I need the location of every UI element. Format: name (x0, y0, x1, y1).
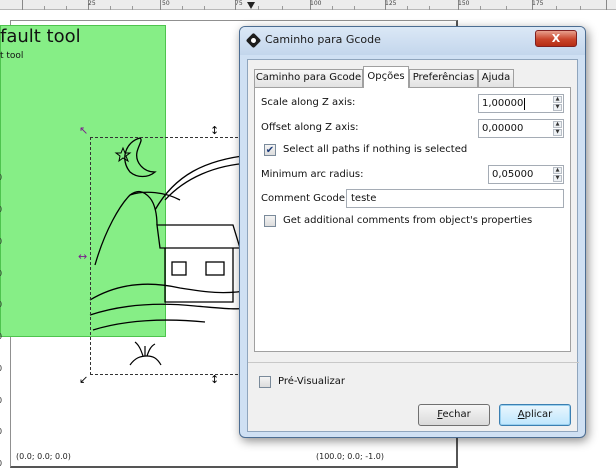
ruler-label: 175 (532, 0, 544, 7)
tab-caminho-para-gcode[interactable]: Caminho para Gcode (254, 69, 363, 87)
skew-handle-left-icon[interactable]: ↔ (78, 251, 87, 262)
ruler-label: 50 (162, 0, 170, 7)
ruler-label: 25 (88, 0, 96, 7)
additional-comments-checkbox[interactable] (264, 215, 276, 227)
tool-zero: 0 (0, 237, 7, 248)
comment-gcode-label: Comment Gcode: (261, 193, 349, 204)
offset-z-label: Offset along Z axis: (261, 122, 359, 133)
offset-z-up-icon[interactable]: ▲ (553, 121, 562, 128)
dialog-title: Caminho para Gcode (265, 33, 381, 46)
preview-label[interactable]: Pré-Visualizar (278, 376, 345, 387)
scale-handle-bottom-left-icon[interactable]: ↙ (79, 374, 88, 385)
tab-opcoes[interactable]: Opções (363, 66, 409, 88)
options-panel: Scale along Z axis: 1,00000 ▲ ▼ Offset a… (254, 87, 571, 352)
select-all-label[interactable]: Select all paths if nothing is selected (283, 144, 467, 155)
comment-gcode-value[interactable]: teste (351, 193, 376, 204)
additional-comments-label[interactable]: Get additional comments from object's pr… (283, 215, 532, 226)
preview-checkbox[interactable] (259, 376, 271, 388)
apply-button-label: plicar (524, 409, 553, 420)
tool-label-large[interactable]: fault tool (0, 26, 81, 47)
close-button-label: echar (442, 409, 471, 420)
tool-label-small[interactable]: t tool (0, 51, 23, 61)
tool-zero: 0 (0, 173, 7, 184)
scale-z-value[interactable]: 1,00000 (482, 98, 523, 109)
select-all-checkbox[interactable]: ✔ (264, 144, 276, 156)
tab-ajuda[interactable]: Ajuda (478, 69, 514, 87)
tool-zero: 0 (0, 364, 7, 375)
tab-preferencias[interactable]: Preferências (409, 69, 478, 87)
tool-zero: 0 (0, 427, 7, 438)
scale-handle-bottom-icon[interactable]: ↕ (210, 374, 219, 385)
min-arc-down-icon[interactable]: ▼ (553, 175, 562, 182)
min-arc-value[interactable]: 0,05000 (492, 169, 533, 180)
separator (248, 362, 579, 363)
min-arc-label: Minimum arc radius: (261, 169, 364, 180)
ruler-label: 125 (385, 0, 397, 7)
min-arc-spinbox[interactable]: 0,05000 ▲ ▼ (488, 165, 564, 184)
scale-z-label: Scale along Z axis: (261, 97, 356, 108)
ruler-position-marker (247, 2, 255, 9)
tool-zero: 0 (0, 332, 7, 343)
dialog-titlebar[interactable]: Caminho para Gcode X (240, 27, 585, 55)
text-cursor (524, 98, 525, 110)
tool-zero: 0 (0, 269, 7, 280)
ruler-label: 100 (310, 0, 322, 7)
rotate-handle-icon[interactable]: ↖ (79, 125, 88, 136)
point-coordinate-label: (100.0; 0.0; -1.0) (316, 452, 384, 461)
origin-coordinate-label: (0.0; 0.0; 0.0) (16, 452, 71, 461)
offset-z-spinbox[interactable]: 0,00000 ▲ ▼ (478, 119, 564, 138)
window-close-button[interactable]: X (535, 30, 577, 47)
ruler-label: 150 (458, 0, 470, 7)
close-button[interactable]: Fechar (418, 404, 490, 426)
scale-handle-top-icon[interactable]: ↕ (210, 125, 219, 136)
scale-z-spinbox[interactable]: 1,00000 ▲ ▼ (478, 94, 564, 113)
inkscape-app-icon (245, 32, 262, 49)
tool-zero: 0 (0, 459, 7, 470)
min-arc-up-icon[interactable]: ▲ (553, 167, 562, 174)
scale-z-down-icon[interactable]: ▼ (553, 104, 562, 111)
selection-bounding-box (90, 137, 243, 375)
offset-z-down-icon[interactable]: ▼ (553, 129, 562, 136)
tool-zero: 0 (0, 396, 7, 407)
tool-zero: 0 (0, 300, 7, 311)
apply-button-mnemonic: A (517, 409, 525, 420)
scale-z-up-icon[interactable]: ▲ (553, 96, 562, 103)
gcode-dialog: Caminho para Gcode X Caminho para Gcode … (239, 26, 586, 438)
tool-zeros-column: 0 0 0 0 0 0 0 0 0 0 (0, 152, 7, 473)
comment-gcode-input[interactable]: teste (346, 189, 564, 208)
horizontal-ruler[interactable]: 25 50 75 100 125 150 175 (0, 0, 616, 10)
apply-button[interactable]: Aplicar (499, 404, 571, 426)
dialog-body: Caminho para Gcode Opções Preferências A… (247, 59, 579, 432)
inkscape-canvas[interactable]: 25 50 75 100 125 150 175 fault tool t to… (0, 0, 616, 473)
ruler-label: 75 (235, 0, 243, 7)
offset-z-value[interactable]: 0,00000 (482, 123, 523, 134)
tool-zero: 0 (0, 205, 7, 216)
